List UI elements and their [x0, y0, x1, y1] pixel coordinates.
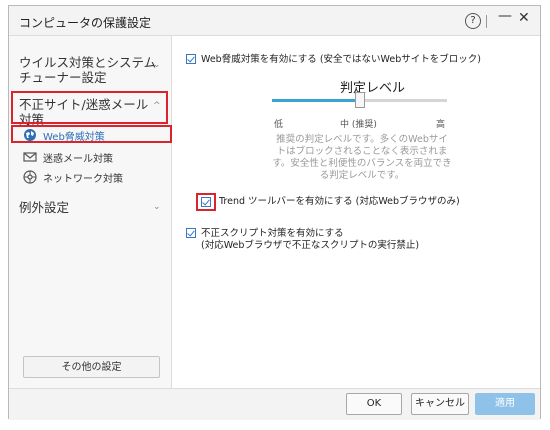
settings-window: コンピュータの保護設定 ? — ✕ ウイルス対策とシステム チューナー設定 ⌄ …	[8, 5, 541, 420]
sidebar-item-virus-tuneup[interactable]: ウイルス対策とシステム チューナー設定 ⌄	[9, 55, 172, 87]
help-icon[interactable]: ?	[465, 13, 481, 29]
slider-thumb[interactable]	[354, 92, 365, 108]
title-separator	[486, 15, 487, 28]
footer: OK キャンセル 適用	[9, 388, 540, 420]
chevron-down-icon: ⌄	[153, 202, 161, 212]
chevron-down-icon: ⌄	[153, 60, 161, 70]
tick-label-low: 低	[274, 120, 284, 130]
sidebar-subitem-label: ネットワーク対策	[43, 174, 123, 185]
sidebar-subitem-label: 迷惑メール対策	[43, 154, 113, 165]
sidebar-item-label: 不正サイト/迷惑メール 対策	[19, 97, 149, 127]
sidebar-subitem-spam[interactable]: 迷惑メール対策	[17, 147, 167, 166]
mail-icon	[23, 152, 37, 162]
trend-toolbar-label: Trend ツールバーを有効にする (対応Webブラウザのみ)	[219, 196, 460, 207]
other-settings-button[interactable]: その他の設定	[23, 356, 160, 378]
level-slider[interactable]	[272, 92, 447, 108]
title-bar: コンピュータの保護設定 ? — ✕	[9, 6, 540, 36]
apply-button[interactable]: 適用	[475, 393, 535, 415]
chevron-up-icon: ^	[153, 101, 161, 111]
highlight-box	[196, 193, 216, 211]
script-protection-label: 不正スクリプト対策を有効にする	[201, 228, 344, 239]
close-icon[interactable]: ✕	[518, 10, 530, 26]
cancel-button[interactable]: キャンセル	[411, 393, 469, 415]
sidebar-subitem-web-threat[interactable]: Web脅威対策	[17, 125, 167, 144]
sidebar: ウイルス対策とシステム チューナー設定 ⌄ 不正サイト/迷惑メール 対策 ^ W…	[9, 36, 172, 388]
globe-icon	[24, 129, 36, 141]
settings-panel: Web脅威対策を有効にする (安全ではないWebサイトをブロック) 判定レベル …	[172, 36, 540, 388]
minimize-icon[interactable]: —	[498, 8, 512, 24]
sidebar-subitem-network[interactable]: ネットワーク対策	[17, 167, 167, 186]
sidebar-item-label: ウイルス対策とシステム チューナー設定	[19, 55, 157, 85]
slider-fill	[272, 99, 360, 102]
network-icon	[23, 170, 37, 184]
ok-button[interactable]: OK	[346, 393, 402, 415]
window-title: コンピュータの保護設定	[19, 16, 152, 30]
tick-label-high: 高	[436, 120, 446, 130]
level-title: 判定レベル	[340, 81, 406, 96]
sidebar-item-label: 例外設定	[19, 200, 70, 215]
level-description: 推奨の判定レベルです。多くのWebサイトはブロックされることなく表示されます。安…	[272, 134, 452, 181]
web-threat-label: Web脅威対策を有効にする (安全ではないWebサイトをブロック)	[201, 54, 481, 65]
tick-label-medium: 中 (推奨)	[340, 120, 377, 130]
script-protection-checkbox[interactable]	[186, 228, 196, 238]
script-protection-note: (対応Webブラウザで不正なスクリプトの実行禁止)	[201, 240, 420, 251]
sidebar-subitem-label: Web脅威対策	[43, 132, 105, 143]
sidebar-item-exceptions[interactable]: 例外設定 ⌄	[9, 200, 172, 218]
web-threat-checkbox[interactable]	[186, 54, 196, 64]
